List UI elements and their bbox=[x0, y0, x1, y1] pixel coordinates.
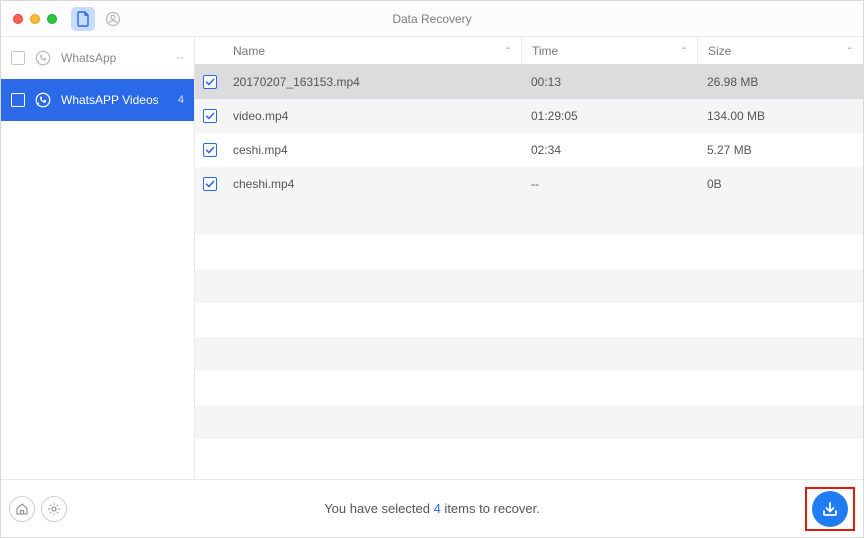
cell-time: 02:34 bbox=[521, 143, 697, 157]
row-checkbox[interactable] bbox=[203, 177, 217, 191]
settings-button[interactable] bbox=[41, 496, 67, 522]
minimize-window-button[interactable] bbox=[30, 14, 40, 24]
empty-row bbox=[195, 371, 863, 405]
cell-name: ceshi.mp4 bbox=[223, 143, 521, 157]
table-header: Name ⌃ Time ⌃ Size ⌃ bbox=[195, 37, 863, 65]
empty-row bbox=[195, 337, 863, 371]
table-row[interactable]: 20170207_163153.mp400:1326.98 MB bbox=[195, 65, 863, 99]
empty-row bbox=[195, 439, 863, 473]
column-label: Size bbox=[708, 44, 731, 58]
window-title: Data Recovery bbox=[1, 12, 863, 26]
column-header-size[interactable]: Size ⌃ bbox=[697, 37, 863, 64]
selected-count: 4 bbox=[434, 501, 441, 516]
whatsapp-icon bbox=[33, 90, 53, 110]
cell-name: cheshi.mp4 bbox=[223, 177, 521, 191]
column-label: Time bbox=[532, 44, 558, 58]
table-row[interactable]: video.mp401:29:05134.00 MB bbox=[195, 99, 863, 133]
sidebar: WhatsApp -- WhatsAPP Videos 4 bbox=[1, 37, 195, 479]
sidebar-item-count: 4 bbox=[178, 94, 184, 106]
user-icon bbox=[105, 11, 121, 27]
row-checkbox[interactable] bbox=[203, 143, 217, 157]
column-label: Name bbox=[233, 44, 265, 58]
empty-row bbox=[195, 303, 863, 337]
document-icon bbox=[76, 11, 90, 27]
content-area: Name ⌃ Time ⌃ Size ⌃ 20170207_163153.mp4… bbox=[195, 37, 863, 479]
cell-size: 0B bbox=[697, 177, 863, 191]
footer-bar: You have selected 4 items to recover. bbox=[1, 479, 863, 537]
toolbar-user-button[interactable] bbox=[101, 7, 125, 31]
sort-caret-icon: ⌃ bbox=[680, 46, 687, 55]
cell-size: 5.27 MB bbox=[697, 143, 863, 157]
home-button[interactable] bbox=[9, 496, 35, 522]
sort-caret-icon: ⌃ bbox=[504, 46, 511, 55]
close-window-button[interactable] bbox=[13, 14, 23, 24]
table-row[interactable]: ceshi.mp402:345.27 MB bbox=[195, 133, 863, 167]
sidebar-checkbox[interactable] bbox=[11, 51, 25, 65]
main-area: WhatsApp -- WhatsAPP Videos 4 Name ⌃ Time ⌃… bbox=[1, 37, 863, 479]
table-row[interactable]: cheshi.mp4--0B bbox=[195, 167, 863, 201]
home-icon bbox=[15, 502, 29, 516]
recover-button[interactable] bbox=[812, 491, 848, 527]
title-bar: Data Recovery bbox=[1, 1, 863, 37]
toolbar-files-button[interactable] bbox=[71, 7, 95, 31]
cell-time: 01:29:05 bbox=[521, 109, 697, 123]
cell-time: -- bbox=[521, 177, 697, 191]
footer-status-text: You have selected 4 items to recover. bbox=[1, 501, 863, 516]
cell-size: 134.00 MB bbox=[697, 109, 863, 123]
empty-row bbox=[195, 405, 863, 439]
sidebar-item-label: WhatsApp bbox=[61, 51, 116, 65]
sidebar-item-count: -- bbox=[177, 52, 184, 64]
empty-row bbox=[195, 269, 863, 303]
maximize-window-button[interactable] bbox=[47, 14, 57, 24]
sidebar-item[interactable]: WhatsAPP Videos 4 bbox=[1, 79, 194, 121]
cell-time: 00:13 bbox=[521, 75, 697, 89]
column-header-time[interactable]: Time ⌃ bbox=[521, 37, 697, 64]
traffic-lights bbox=[13, 14, 57, 24]
column-header-name[interactable]: Name ⌃ bbox=[223, 37, 521, 64]
whatsapp-icon bbox=[33, 48, 53, 68]
sidebar-checkbox[interactable] bbox=[11, 93, 25, 107]
download-icon bbox=[820, 499, 840, 519]
sidebar-item-label: WhatsAPP Videos bbox=[61, 93, 159, 107]
recover-button-highlight bbox=[805, 487, 855, 531]
gear-icon bbox=[47, 502, 61, 516]
empty-row bbox=[195, 201, 863, 235]
cell-size: 26.98 MB bbox=[697, 75, 863, 89]
sidebar-item[interactable]: WhatsApp -- bbox=[1, 37, 194, 79]
cell-name: video.mp4 bbox=[223, 109, 521, 123]
app-window: Data Recovery WhatsApp -- WhatsAPP Videos 4… bbox=[0, 0, 864, 538]
header-checkbox-cell bbox=[195, 37, 223, 64]
cell-name: 20170207_163153.mp4 bbox=[223, 75, 521, 89]
sort-caret-icon: ⌃ bbox=[846, 46, 853, 55]
empty-row bbox=[195, 235, 863, 269]
row-checkbox[interactable] bbox=[203, 109, 217, 123]
table-body[interactable]: 20170207_163153.mp400:1326.98 MBvideo.mp… bbox=[195, 65, 863, 479]
row-checkbox[interactable] bbox=[203, 75, 217, 89]
